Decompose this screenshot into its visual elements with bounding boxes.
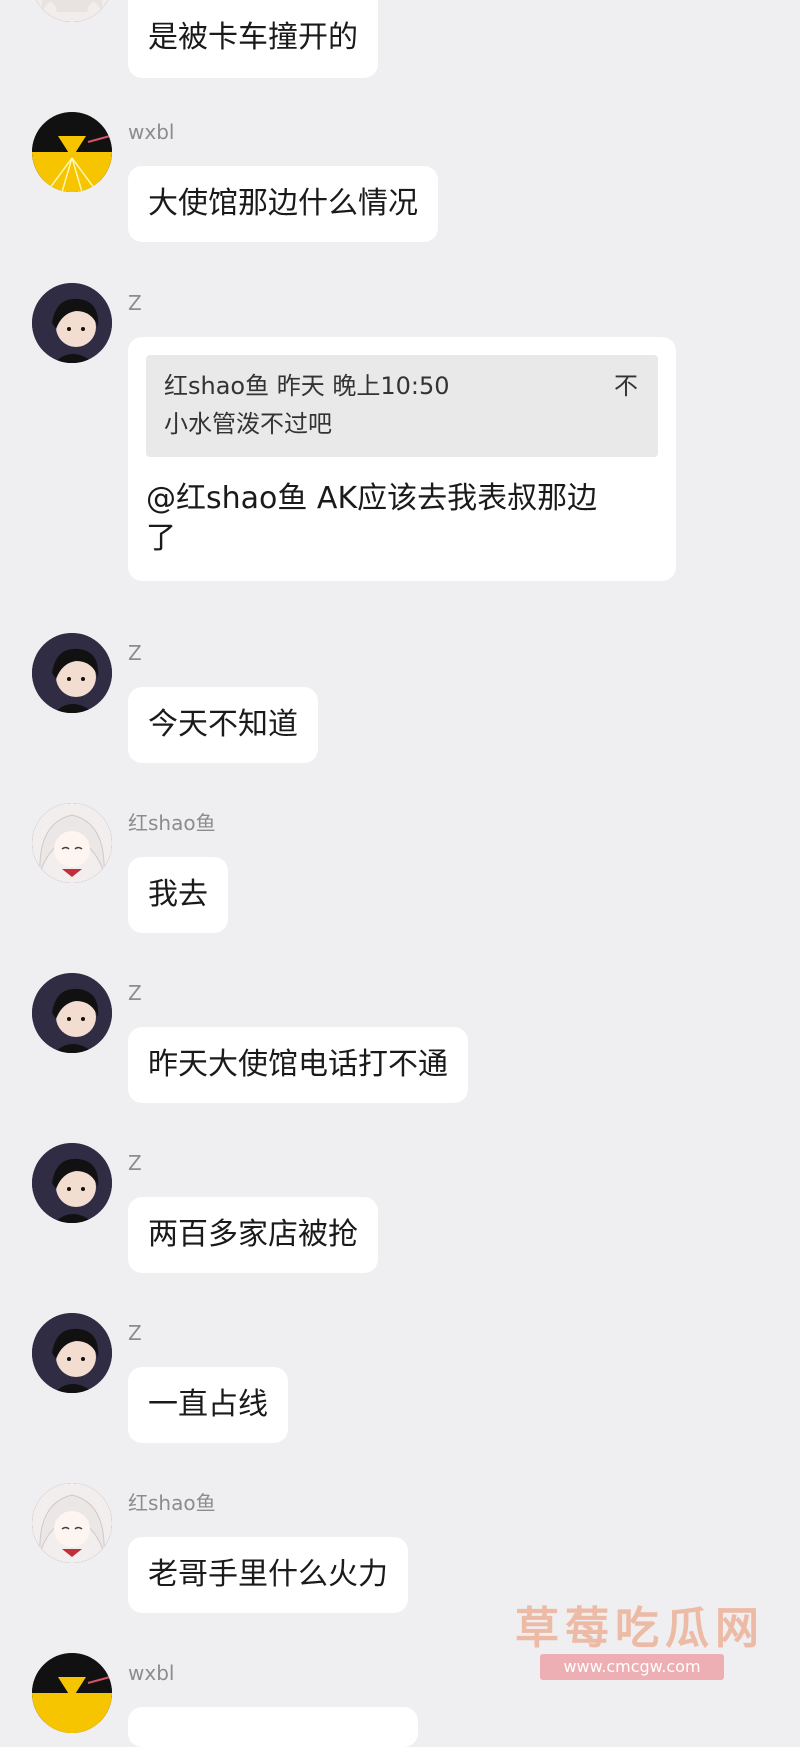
- boy-avatar-icon[interactable]: [32, 1143, 112, 1223]
- message-text: 大使馆那边什么情况: [148, 186, 418, 221]
- message-text: 两百多家店被抢: [148, 1217, 358, 1252]
- sender-name: 红shao鱼: [128, 811, 216, 835]
- sender-name: Z: [128, 291, 142, 315]
- pizza-avatar-icon[interactable]: [32, 112, 112, 192]
- quote-header: 红shao鱼 昨天 晚上10:50: [164, 372, 450, 400]
- message-text: 老哥手里什么火力: [148, 1557, 388, 1592]
- message-text: 我去: [148, 877, 208, 912]
- watermark-title: 草莓吃瓜网: [515, 1603, 765, 1654]
- message-bubble[interactable]: 一直占线: [128, 1367, 288, 1443]
- message-bubble[interactable]: 老哥手里什么火力: [128, 1537, 408, 1613]
- message-bubble[interactable]: 昨天大使馆电话打不通: [128, 1027, 468, 1103]
- message-bubble[interactable]: [128, 1707, 418, 1747]
- sender-name: Z: [128, 641, 142, 665]
- quote-close-text: 不: [614, 372, 638, 400]
- message-bubble[interactable]: 两百多家店被抢: [128, 1197, 378, 1273]
- sender-name: wxbl: [128, 1661, 175, 1685]
- boy-avatar-icon[interactable]: [32, 973, 112, 1053]
- boy-avatar-icon[interactable]: [32, 283, 112, 363]
- message-bubble[interactable]: 今天不知道: [128, 687, 318, 763]
- boy-avatar-icon[interactable]: [32, 633, 112, 713]
- boy-avatar-icon[interactable]: [32, 1313, 112, 1393]
- quote-body: 小水管泼不过吧: [164, 410, 332, 438]
- girl-avatar-icon[interactable]: [32, 803, 112, 883]
- sender-name: Z: [128, 981, 142, 1005]
- girl-avatar-icon[interactable]: [32, 1483, 112, 1563]
- message-text-line: 了: [146, 521, 176, 556]
- message-text: 今天不知道: [148, 707, 298, 742]
- avatar-girl-icon[interactable]: [32, 0, 112, 22]
- message-bubble[interactable]: 是被卡车撞开的: [128, 0, 378, 78]
- quoted-message[interactable]: 红shao鱼 昨天 晚上10:50 小水管泼不过吧 不: [146, 355, 658, 457]
- pizza-avatar-icon[interactable]: [32, 1653, 112, 1733]
- message-text: 一直占线: [148, 1387, 268, 1422]
- message-text: 是被卡车撞开的: [148, 20, 358, 55]
- sender-name: Z: [128, 1151, 142, 1175]
- message-bubble[interactable]: 我去: [128, 857, 228, 933]
- message-text-line: @红shao鱼 AK应该去我表叔那边: [146, 481, 598, 516]
- sender-name: 红shao鱼: [128, 1491, 216, 1515]
- message-bubble[interactable]: 红shao鱼 昨天 晚上10:50 小水管泼不过吧 不 @红shao鱼 AK应该…: [128, 337, 676, 581]
- message-text: 昨天大使馆电话打不通: [148, 1047, 448, 1082]
- watermark-url: www.cmcgw.com: [540, 1654, 724, 1680]
- sender-name: wxbl: [128, 120, 175, 144]
- sender-name: Z: [128, 1321, 142, 1345]
- message-bubble[interactable]: 大使馆那边什么情况: [128, 166, 438, 242]
